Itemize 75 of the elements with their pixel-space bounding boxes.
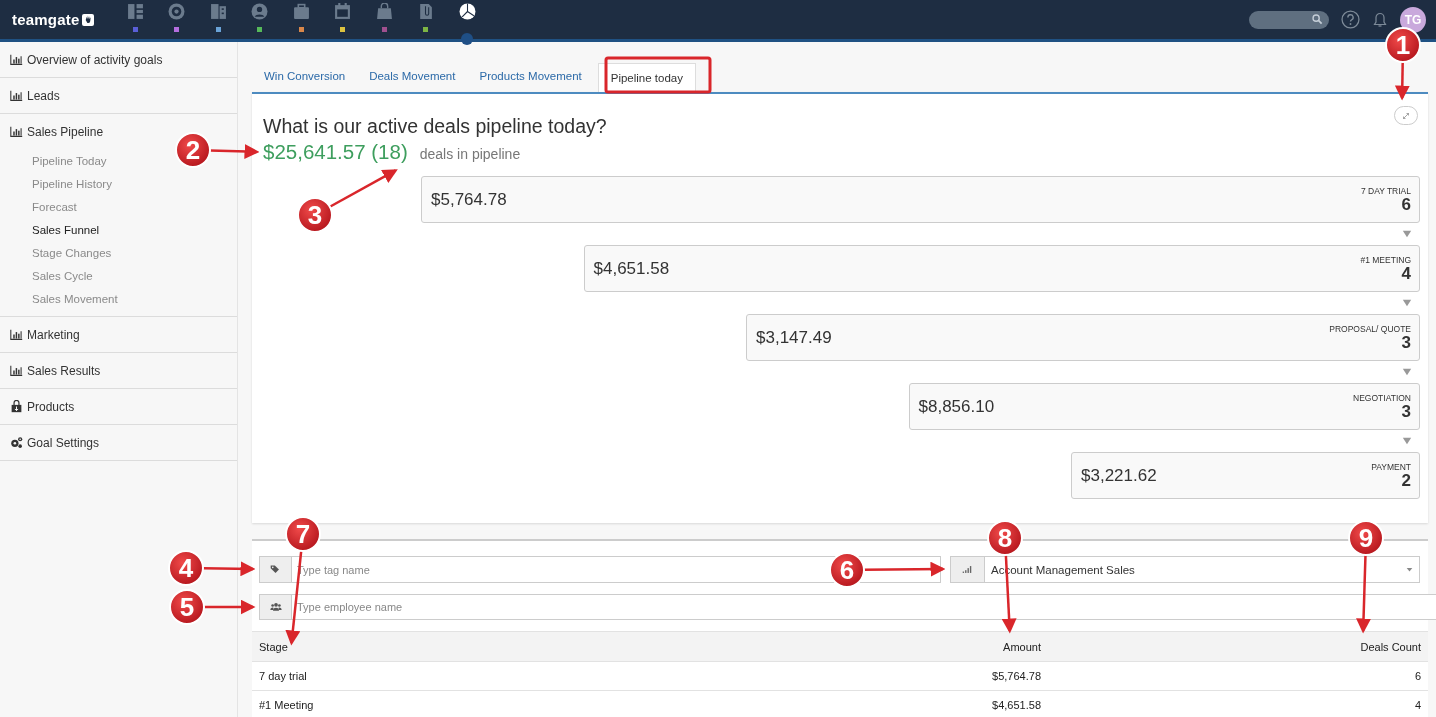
search-icon <box>1312 14 1323 25</box>
column-header[interactable]: Deals Count <box>1048 640 1428 653</box>
tag-button[interactable] <box>259 556 292 583</box>
stage-count: 4 <box>1401 264 1411 283</box>
table-cell-text: 4 <box>1413 699 1422 711</box>
stage-count: 3 <box>1401 402 1411 421</box>
stage-name: 7 DAY TRIAL <box>1360 185 1411 196</box>
grid-icon <box>126 3 144 20</box>
briefcase-icon <box>292 3 310 20</box>
caret-icon <box>1406 566 1413 573</box>
chart-icon <box>10 89 23 102</box>
expand-icon <box>1402 111 1410 120</box>
pipeline-total: $25,641.57 (18) <box>263 140 408 164</box>
users-icon <box>269 601 282 613</box>
tab[interactable]: Pipeline today <box>597 63 696 92</box>
bell-icon <box>1372 11 1388 28</box>
tab[interactable]: Win Conversion <box>252 60 358 92</box>
signal-icon <box>962 564 973 575</box>
stage-amount: $3,221.62 <box>1081 465 1157 486</box>
sidebar-item[interactable]: Marketing <box>27 327 80 342</box>
stage-name: PROPOSAL/ QUOTE <box>1329 323 1411 334</box>
stage-amount: $3,147.49 <box>756 327 832 348</box>
total-caption: deals in pipeline <box>419 146 521 162</box>
pie-chart-icon <box>458 3 476 20</box>
expand-button[interactable] <box>1394 106 1418 125</box>
signal-button[interactable] <box>950 556 985 583</box>
stage-amount: $4,651.58 <box>593 258 670 279</box>
down-triangle-icon <box>1402 436 1412 446</box>
logo-text[interactable]: teamgate <box>12 11 80 28</box>
gears-icon <box>10 436 23 449</box>
stage-name: #1 MEETING <box>1360 254 1411 265</box>
table-cell-text: $4,651.58 <box>991 699 1042 711</box>
sidebar-item[interactable]: Sales Results <box>27 363 101 378</box>
tags-icon <box>270 564 281 575</box>
column-header[interactable]: Amount <box>798 640 1048 653</box>
calendar-icon <box>334 3 352 20</box>
bag-icon <box>10 400 23 413</box>
sidebar-item[interactable]: Products <box>27 399 75 414</box>
stage-name: PAYMENT <box>1371 461 1411 472</box>
target-icon <box>168 3 186 20</box>
chart-icon <box>10 328 23 341</box>
help-icon <box>1341 10 1360 29</box>
sidebar-item[interactable]: Leads <box>27 88 60 103</box>
stage-count: 3 <box>1401 333 1411 352</box>
bag-icon <box>375 3 393 20</box>
chart-icon <box>10 364 23 377</box>
down-triangle-icon <box>1402 367 1412 377</box>
down-triangle-icon <box>1402 298 1412 308</box>
employee-field[interactable]: Type employee name <box>292 594 1436 620</box>
tab[interactable]: Deals Movement <box>357 60 468 92</box>
logo-icon <box>82 13 95 26</box>
table-cell-text: #1 Meeting <box>258 699 315 711</box>
stage-amount: $8,856.10 <box>918 396 995 417</box>
sidebar-subitem[interactable]: Sales Funnel <box>32 218 100 241</box>
chart-icon <box>10 125 23 138</box>
tab[interactable]: Products Movement <box>467 60 594 92</box>
column-header[interactable]: Stage <box>252 640 798 653</box>
stage-amount: $5,764.78 <box>431 189 507 210</box>
chart-icon <box>10 53 23 66</box>
down-triangle-icon <box>1402 229 1412 239</box>
pipeline-title: What is our active deals pipeline today? <box>263 115 607 138</box>
table-cell-text: 7 day trial <box>258 670 308 682</box>
employee-button[interactable] <box>259 594 292 620</box>
sidebar-item[interactable]: Sales Pipeline <box>27 124 104 139</box>
person-icon <box>251 3 269 20</box>
stage-count: 6 <box>1401 195 1411 214</box>
search-field[interactable] <box>1249 10 1329 29</box>
stage-count: 2 <box>1401 471 1411 490</box>
building-icon <box>209 3 227 20</box>
table-cell-text: $5,764.78 <box>991 670 1042 682</box>
table-cell-text: 6 <box>1413 670 1422 682</box>
sidebar-item[interactable]: Overview of activity goals <box>27 52 163 67</box>
stage-name: NEGOTIATION <box>1353 392 1411 403</box>
document-clip-icon <box>417 3 435 20</box>
sidebar-item[interactable]: Goal Settings <box>27 435 100 450</box>
